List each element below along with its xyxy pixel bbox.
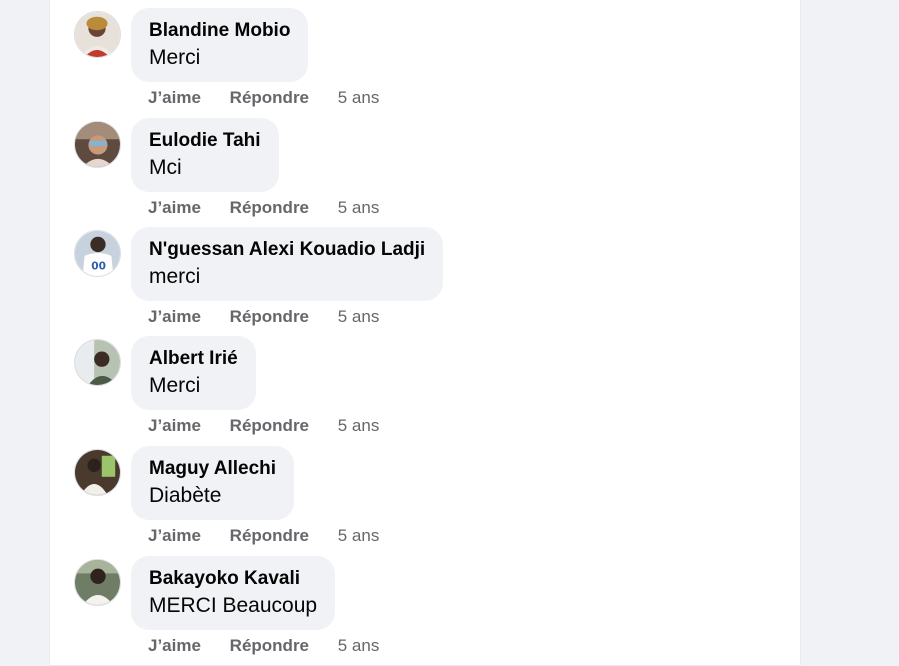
like-button[interactable]: J’aime <box>148 86 201 110</box>
reply-button[interactable]: Répondre <box>230 86 309 110</box>
reply-button[interactable]: Répondre <box>230 305 309 329</box>
comment-timestamp[interactable]: 5 ans <box>338 414 380 438</box>
like-button[interactable]: J’aime <box>148 414 201 438</box>
comment-author[interactable]: Maguy Allechi <box>149 456 276 482</box>
svg-text:00: 00 <box>91 260 106 272</box>
avatar[interactable] <box>74 11 121 58</box>
reply-button[interactable]: Répondre <box>230 196 309 220</box>
comment-item: Blandine Mobio Merci J’aime Répondre 5 a… <box>74 8 774 118</box>
avatar-photo <box>75 560 120 605</box>
comment-text: Merci <box>149 374 201 397</box>
comment-author[interactable]: Albert Irié <box>149 346 238 372</box>
avatar-photo <box>75 340 120 385</box>
comment-bubble: Maguy Allechi Diabète <box>131 446 295 520</box>
comment-actions: J’aime Répondre 5 ans <box>148 86 379 110</box>
avatar[interactable] <box>74 449 121 496</box>
comment-item: Bakayoko Kavali MERCI Beaucoup J’aime Ré… <box>74 556 774 666</box>
avatar-photo <box>75 122 120 167</box>
comment-author[interactable]: N'guessan Alexi Kouadio Ladji <box>149 237 425 263</box>
comment-timestamp[interactable]: 5 ans <box>338 634 380 658</box>
reply-button[interactable]: Répondre <box>230 634 309 658</box>
comment-timestamp[interactable]: 5 ans <box>338 305 380 329</box>
avatar-photo <box>75 12 120 57</box>
post-card: Blandine Mobio Merci J’aime Répondre 5 a… <box>50 0 800 665</box>
avatar[interactable] <box>74 339 121 386</box>
right-rail <box>800 0 899 665</box>
comment-actions: J’aime Répondre 5 ans <box>148 196 379 220</box>
comment-timestamp[interactable]: 5 ans <box>338 524 380 548</box>
comment-bubble: Bakayoko Kavali MERCI Beaucoup <box>131 556 336 630</box>
comment-author[interactable]: Bakayoko Kavali <box>149 566 317 592</box>
comment-bubble: Albert Irié Merci <box>131 336 256 410</box>
comment-text: Mci <box>149 156 182 179</box>
comment-bubble: N'guessan Alexi Kouadio Ladji merci <box>131 227 444 301</box>
reply-button[interactable]: Répondre <box>230 524 309 548</box>
like-button[interactable]: J’aime <box>148 196 201 220</box>
avatar-photo <box>75 450 120 495</box>
comment-actions: J’aime Répondre 5 ans <box>148 414 379 438</box>
comment-bubble: Eulodie Tahi Mci <box>131 118 279 192</box>
comment-text: merci <box>149 265 201 288</box>
comment-item: 00 N'guessan Alexi Kouadio Ladji merci J… <box>74 227 774 337</box>
comment-author[interactable]: Blandine Mobio <box>149 18 290 44</box>
like-button[interactable]: J’aime <box>148 305 201 329</box>
comment-text: MERCI Beaucoup <box>149 594 318 617</box>
comment-text: Diabète <box>149 484 222 507</box>
like-button[interactable]: J’aime <box>148 524 201 548</box>
avatar[interactable] <box>74 559 121 606</box>
comment-actions: J’aime Répondre 5 ans <box>148 634 379 658</box>
comment-timestamp[interactable]: 5 ans <box>338 86 380 110</box>
comment-actions: J’aime Répondre 5 ans <box>148 305 379 329</box>
avatar[interactable]: 00 <box>74 230 121 277</box>
comment-author[interactable]: Eulodie Tahi <box>149 128 261 154</box>
comment-item: Eulodie Tahi Mci J’aime Répondre 5 ans <box>74 118 774 228</box>
comment-item: Maguy Allechi Diabète J’aime Répondre 5 … <box>74 446 774 556</box>
comment-item: Albert Irié Merci J’aime Répondre 5 ans <box>74 336 774 446</box>
comment-text: Merci <box>149 46 201 69</box>
reply-button[interactable]: Répondre <box>230 414 309 438</box>
avatar-photo: 00 <box>75 231 120 276</box>
comment-bubble: Blandine Mobio Merci <box>131 8 309 82</box>
comment-actions: J’aime Répondre 5 ans <box>148 524 379 548</box>
comment-timestamp[interactable]: 5 ans <box>338 196 380 220</box>
avatar[interactable] <box>74 121 121 168</box>
like-button[interactable]: J’aime <box>148 634 201 658</box>
